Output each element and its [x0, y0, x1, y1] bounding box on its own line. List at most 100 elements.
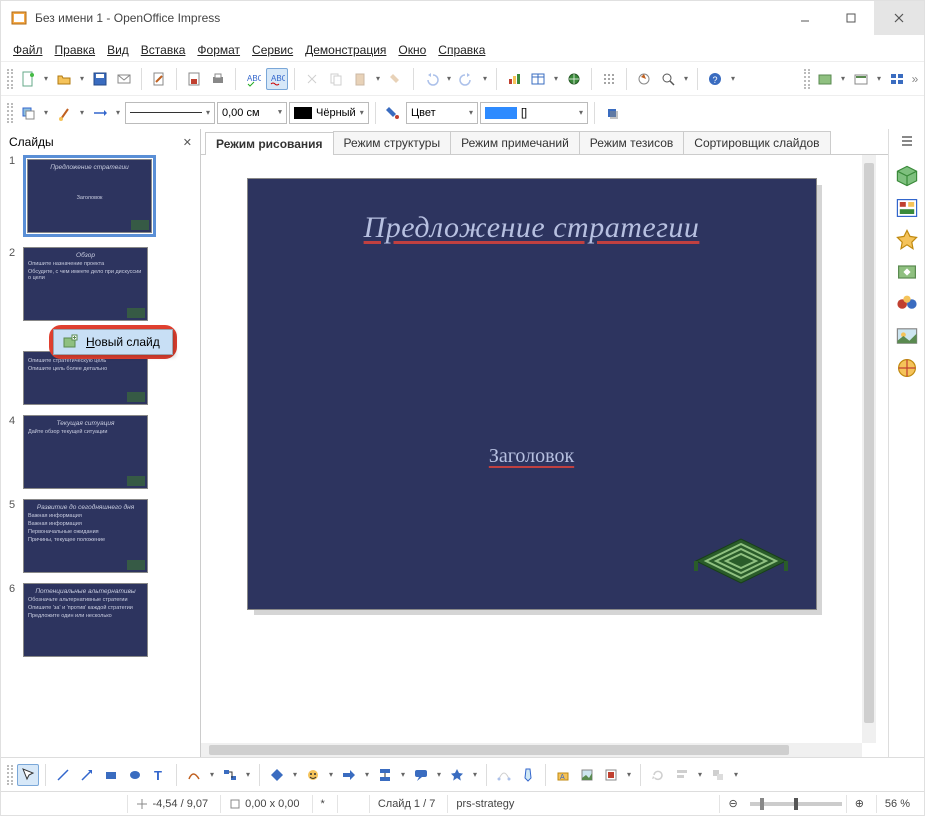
thumb-row[interactable]: 1 Предложение стратегииЗаголовок [9, 155, 192, 237]
text-tool[interactable]: T [148, 764, 170, 786]
gallery-tool[interactable] [600, 764, 622, 786]
spellcheck-button[interactable]: ABC [242, 68, 264, 90]
slide-master-button[interactable] [814, 68, 836, 90]
minimize-button[interactable] [782, 1, 828, 35]
slide-thumb-6[interactable]: Потенциальные альтернативыОбозначьте аль… [23, 583, 148, 657]
shadow-button[interactable] [601, 102, 623, 124]
table-button[interactable] [527, 68, 549, 90]
thumb-row[interactable]: 4 Текущая ситуацияДайте обзор текущей си… [9, 415, 192, 489]
basic-shapes-dropdown[interactable]: ▾ [290, 764, 300, 786]
flowchart-tool[interactable] [374, 764, 396, 786]
effects-icon[interactable] [894, 259, 920, 285]
slide-subtitle[interactable]: Заголовок [284, 445, 780, 468]
arrange-button[interactable] [17, 102, 39, 124]
copy-button[interactable] [325, 68, 347, 90]
help-button[interactable]: ? [704, 68, 726, 90]
redo-button[interactable] [456, 68, 478, 90]
slide-thumb-5[interactable]: Развитие до сегодняшнего дняВажная инфор… [23, 499, 148, 573]
cut-button[interactable] [301, 68, 323, 90]
vertical-scrollbar[interactable] [862, 155, 876, 743]
slide-thumb-3[interactable]: Опишите стратегическую цельОпишите цель … [23, 351, 148, 405]
ctx-new-slide[interactable]: Новый слайд [54, 330, 172, 354]
rect-tool[interactable] [100, 764, 122, 786]
email-button[interactable] [113, 68, 135, 90]
horizontal-scrollbar[interactable] [201, 743, 862, 757]
menu-format[interactable]: Формат [191, 41, 246, 59]
line-color-button[interactable] [53, 102, 75, 124]
new-doc-dropdown[interactable]: ▾ [41, 68, 51, 90]
arrow-tool[interactable] [76, 764, 98, 786]
redo-dropdown[interactable]: ▾ [480, 68, 490, 90]
new-doc-button[interactable] [17, 68, 39, 90]
navigator-button[interactable] [633, 68, 655, 90]
line-color-dropdown[interactable]: ▾ [77, 102, 87, 124]
format-paintbrush-button[interactable] [385, 68, 407, 90]
position-dropdown[interactable]: ▾ [731, 764, 741, 786]
slides-panel-close[interactable]: ✕ [183, 136, 192, 149]
flowchart-dropdown[interactable]: ▾ [398, 764, 408, 786]
toolbar-handle-2[interactable] [804, 69, 810, 89]
cube-icon[interactable] [894, 163, 920, 189]
arrow-style-dropdown[interactable]: ▾ [113, 102, 123, 124]
basic-shapes-tool[interactable] [266, 764, 288, 786]
globe-icon[interactable] [894, 355, 920, 381]
star-icon[interactable] [894, 227, 920, 253]
transitions-icon[interactable] [894, 291, 920, 317]
line-color-combo[interactable]: Чёрный▾ [289, 102, 369, 124]
status-zoom[interactable]: 56 % [876, 795, 918, 813]
menu-insert[interactable]: Вставка [135, 41, 192, 59]
symbol-shapes-dropdown[interactable]: ▾ [326, 764, 336, 786]
undo-button[interactable] [420, 68, 442, 90]
help-dropdown[interactable]: ▾ [728, 68, 738, 90]
thumb-row[interactable]: 5 Развитие до сегодняшнего дняВажная инф… [9, 499, 192, 573]
thumb-row[interactable]: Опишите стратегическую цельОпишите цель … [9, 351, 192, 405]
slide-thumb-4[interactable]: Текущая ситуацияДайте обзор текущей ситу… [23, 415, 148, 489]
tab-notes[interactable]: Режим примечаний [450, 131, 580, 154]
open-button[interactable] [53, 68, 75, 90]
arrow-style-button[interactable] [89, 102, 111, 124]
select-tool[interactable] [17, 764, 39, 786]
slide-canvas[interactable]: Предложение стратегии Заголовок [248, 179, 816, 609]
from-file-tool[interactable] [576, 764, 598, 786]
close-button[interactable] [874, 1, 924, 35]
align-dropdown[interactable]: ▾ [695, 764, 705, 786]
hyperlink-button[interactable] [563, 68, 585, 90]
stars-tool[interactable] [446, 764, 468, 786]
curve-dropdown[interactable]: ▾ [207, 764, 217, 786]
callouts-tool[interactable] [410, 764, 432, 786]
maximize-button[interactable] [828, 1, 874, 35]
tab-handout[interactable]: Режим тезисов [579, 131, 685, 154]
line-tool[interactable] [52, 764, 74, 786]
slide-thumb-2[interactable]: ОбзорОпишите назначение проектаОбсудите,… [23, 247, 148, 321]
slide-design-button[interactable] [850, 68, 872, 90]
thumb-row[interactable]: 2 ОбзорОпишите назначение проектаОбсудит… [9, 247, 192, 321]
line-style-combo[interactable]: ▾ [125, 102, 215, 124]
zoom-out[interactable]: ⊖ [719, 795, 745, 813]
block-arrows-dropdown[interactable]: ▾ [362, 764, 372, 786]
slide-design-dropdown[interactable]: ▾ [874, 68, 884, 90]
toolbar-handle-4[interactable] [7, 765, 13, 785]
thumb-row[interactable]: 6 Потенциальные альтернативыОбозначьте а… [9, 583, 192, 657]
tab-sorter[interactable]: Сортировщик слайдов [683, 131, 830, 154]
grid-button[interactable] [598, 68, 620, 90]
fill-type-combo[interactable]: Цвет▾ [406, 102, 478, 124]
slide-title[interactable]: Предложение стратегии [284, 211, 780, 245]
fill-color-combo[interactable]: []▾ [480, 102, 588, 124]
toolbar-handle[interactable] [7, 69, 13, 89]
ellipse-tool[interactable] [124, 764, 146, 786]
slide-thumb-1[interactable]: Предложение стратегииЗаголовок [27, 159, 152, 233]
rotate-tool[interactable] [647, 764, 669, 786]
menu-edit[interactable]: Правка [49, 41, 102, 59]
fontwork-tool[interactable]: A [552, 764, 574, 786]
tab-normal[interactable]: Режим рисования [205, 132, 334, 155]
menu-tools[interactable]: Сервис [246, 41, 299, 59]
pdf-button[interactable] [183, 68, 205, 90]
paste-button[interactable] [349, 68, 371, 90]
zoom-dropdown[interactable]: ▾ [681, 68, 691, 90]
image-icon[interactable] [894, 323, 920, 349]
glue-tool[interactable] [517, 764, 539, 786]
menu-view[interactable]: Вид [101, 41, 135, 59]
table-dropdown[interactable]: ▾ [551, 68, 561, 90]
block-arrows-tool[interactable] [338, 764, 360, 786]
position-tool[interactable] [707, 764, 729, 786]
